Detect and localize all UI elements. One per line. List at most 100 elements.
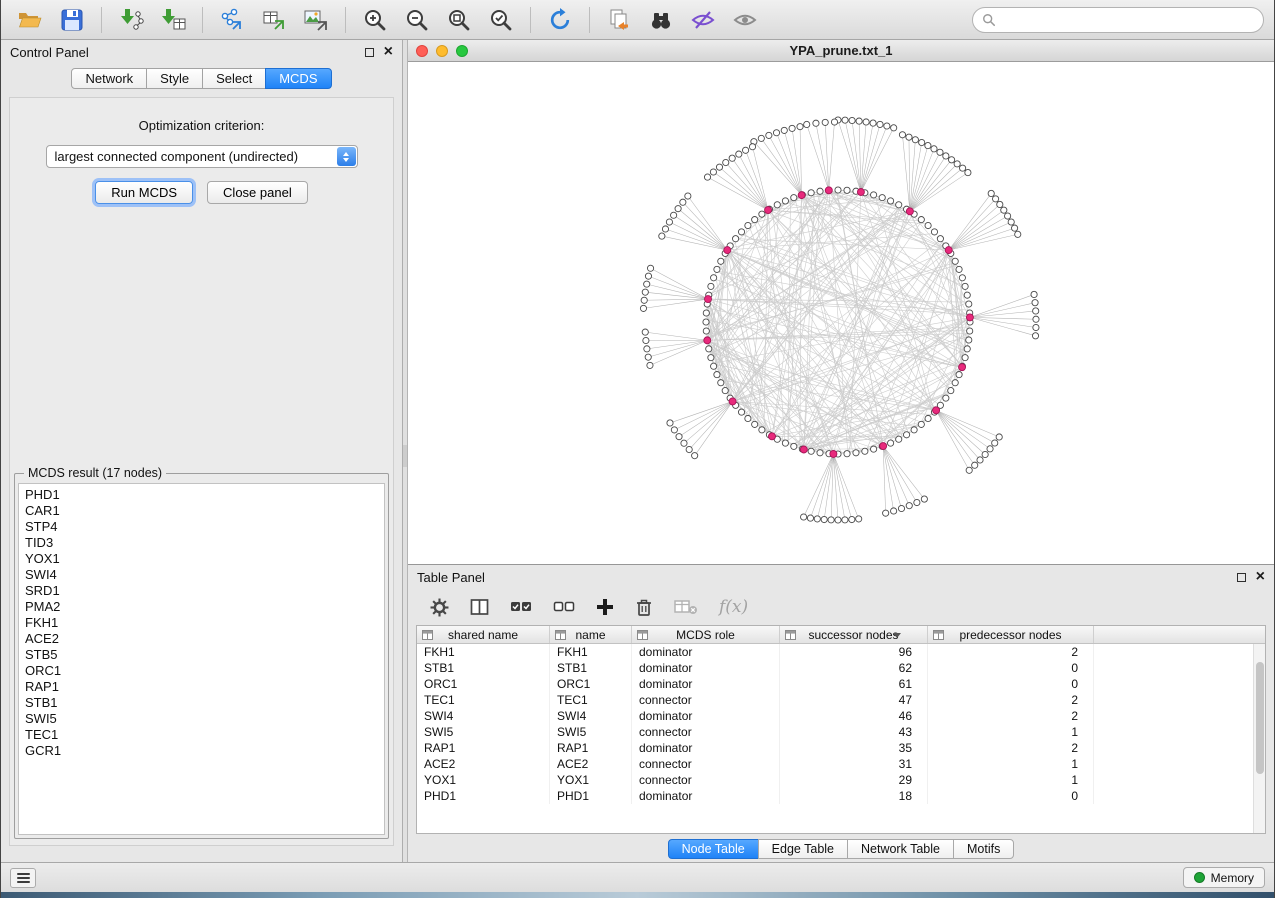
- close-window-icon[interactable]: [416, 45, 428, 57]
- mcds-result-item[interactable]: GCR1: [25, 743, 378, 759]
- table-row[interactable]: TEC1TEC1connector472: [417, 692, 1265, 708]
- table-row[interactable]: RAP1RAP1dominator352: [417, 740, 1265, 756]
- main-area: Control Panel × NetworkStyleSelectMCDS O…: [1, 40, 1274, 862]
- cell-name: SWI5: [550, 724, 632, 740]
- table-panel: Table Panel ×: [408, 565, 1274, 862]
- mcds-result-item[interactable]: STP4: [25, 519, 378, 535]
- mcds-result-item[interactable]: SWI4: [25, 567, 378, 583]
- cell-predecessor-nodes: 2: [928, 692, 1094, 708]
- save-session-button[interactable]: [53, 4, 91, 36]
- column-header-MCDS-role[interactable]: MCDS role: [632, 626, 780, 643]
- cell-shared-name: TEC1: [417, 692, 550, 708]
- column-header-name[interactable]: name: [550, 626, 632, 643]
- find-button[interactable]: [642, 4, 680, 36]
- scrollbar-thumb[interactable]: [1256, 662, 1264, 774]
- deselect-all-button[interactable]: [553, 598, 575, 616]
- open-file-button[interactable]: [11, 4, 49, 36]
- control-tab-select[interactable]: Select: [202, 68, 266, 89]
- apply-function-button[interactable]: f(x): [719, 597, 748, 617]
- copy-network-button[interactable]: [600, 4, 638, 36]
- show-all-button[interactable]: [726, 4, 764, 36]
- close-panel-icon[interactable]: ×: [384, 46, 393, 58]
- memory-button[interactable]: Memory: [1183, 867, 1265, 888]
- table-row[interactable]: STB1STB1dominator620: [417, 660, 1265, 676]
- control-tab-network[interactable]: Network: [71, 68, 147, 89]
- mcds-result-item[interactable]: ACE2: [25, 631, 378, 647]
- cell-name: FKH1: [550, 644, 632, 660]
- mcds-result-list[interactable]: PHD1CAR1STP4TID3YOX1SWI4SRD1PMA2FKH1ACE2…: [18, 483, 385, 835]
- column-header-predecessor-nodes[interactable]: predecessor nodes: [928, 626, 1094, 643]
- close-panel-button[interactable]: Close panel: [207, 181, 308, 204]
- minimize-window-icon[interactable]: [436, 45, 448, 57]
- refresh-layout-button[interactable]: [541, 4, 579, 36]
- mcds-result-item[interactable]: STB1: [25, 695, 378, 711]
- hide-selected-button[interactable]: [684, 4, 722, 36]
- table-scrollbar[interactable]: [1253, 644, 1265, 833]
- search-input[interactable]: [1002, 12, 1254, 27]
- delete-column-button[interactable]: [635, 598, 653, 617]
- network-canvas[interactable]: [408, 62, 1274, 564]
- run-mcds-button[interactable]: Run MCDS: [95, 181, 193, 204]
- mcds-result-item[interactable]: CAR1: [25, 503, 378, 519]
- table-row[interactable]: ACE2ACE2connector311: [417, 756, 1265, 772]
- table-row[interactable]: YOX1YOX1connector291: [417, 772, 1265, 788]
- zoom-out-button[interactable]: [398, 4, 436, 36]
- import-table-button[interactable]: [154, 4, 192, 36]
- cell-name: SWI4: [550, 708, 632, 724]
- export-image-button[interactable]: [297, 4, 335, 36]
- memory-status-icon: [1194, 872, 1205, 883]
- status-menu-button[interactable]: [10, 868, 36, 888]
- export-network-button[interactable]: [213, 4, 251, 36]
- zoom-fit-button[interactable]: [440, 4, 478, 36]
- hide-table-button[interactable]: [674, 598, 698, 616]
- cell-MCDS-role: dominator: [632, 676, 780, 692]
- mcds-result-item[interactable]: SRD1: [25, 583, 378, 599]
- table-tab-motifs[interactable]: Motifs: [953, 839, 1014, 859]
- cell-MCDS-role: connector: [632, 756, 780, 772]
- show-columns-button[interactable]: [470, 598, 489, 616]
- control-tab-style[interactable]: Style: [146, 68, 203, 89]
- mcds-result-fieldset: MCDS result (17 nodes) PHD1CAR1STP4TID3Y…: [14, 466, 389, 839]
- mcds-result-item[interactable]: RAP1: [25, 679, 378, 695]
- maximize-window-icon[interactable]: [456, 45, 468, 57]
- network-title: YPA_prune.txt_1: [408, 43, 1274, 58]
- cell-predecessor-nodes: 0: [928, 676, 1094, 692]
- close-panel-icon[interactable]: ×: [1256, 571, 1265, 583]
- table-row[interactable]: SWI4SWI4dominator462: [417, 708, 1265, 724]
- table-body: FKH1FKH1dominator962STB1STB1dominator620…: [417, 644, 1265, 833]
- mcds-result-item[interactable]: STB5: [25, 647, 378, 663]
- mcds-result-item[interactable]: SWI5: [25, 711, 378, 727]
- mcds-result-item[interactable]: TID3: [25, 535, 378, 551]
- zoom-selected-button[interactable]: [482, 4, 520, 36]
- control-tab-mcds[interactable]: MCDS: [265, 68, 331, 89]
- zoom-in-button[interactable]: [356, 4, 394, 36]
- table-row[interactable]: ORC1ORC1dominator610: [417, 676, 1265, 692]
- column-header-successor-nodes[interactable]: successor nodes: [780, 626, 928, 643]
- add-column-button[interactable]: [596, 598, 614, 616]
- import-network-button[interactable]: [112, 4, 150, 36]
- mcds-result-item[interactable]: TEC1: [25, 727, 378, 743]
- table-row[interactable]: FKH1FKH1dominator962: [417, 644, 1265, 660]
- column-header-shared-name[interactable]: shared name: [417, 626, 550, 643]
- criterion-dropdown[interactable]: largest connected component (undirected): [46, 145, 358, 168]
- mcds-result-item[interactable]: PMA2: [25, 599, 378, 615]
- table-row[interactable]: PHD1PHD1dominator180: [417, 788, 1265, 804]
- table-row[interactable]: SWI5SWI5connector431: [417, 724, 1265, 740]
- select-all-button[interactable]: [510, 598, 532, 616]
- node-table: shared namenameMCDS rolesuccessor nodesp…: [416, 625, 1266, 834]
- cell-shared-name: RAP1: [417, 740, 550, 756]
- hamburger-icon: [17, 873, 30, 875]
- table-tab-network-table[interactable]: Network Table: [847, 839, 954, 859]
- network-titlebar[interactable]: YPA_prune.txt_1: [408, 40, 1274, 62]
- mcds-result-item[interactable]: PHD1: [25, 487, 378, 503]
- float-panel-icon[interactable]: [365, 48, 374, 57]
- mcds-result-item[interactable]: FKH1: [25, 615, 378, 631]
- search-box[interactable]: [972, 7, 1264, 33]
- export-table-button[interactable]: [255, 4, 293, 36]
- mcds-result-item[interactable]: ORC1: [25, 663, 378, 679]
- table-tab-edge-table[interactable]: Edge Table: [758, 839, 848, 859]
- float-panel-icon[interactable]: [1237, 573, 1246, 582]
- table-settings-button[interactable]: [430, 598, 449, 617]
- mcds-result-item[interactable]: YOX1: [25, 551, 378, 567]
- table-tab-node-table[interactable]: Node Table: [668, 839, 759, 859]
